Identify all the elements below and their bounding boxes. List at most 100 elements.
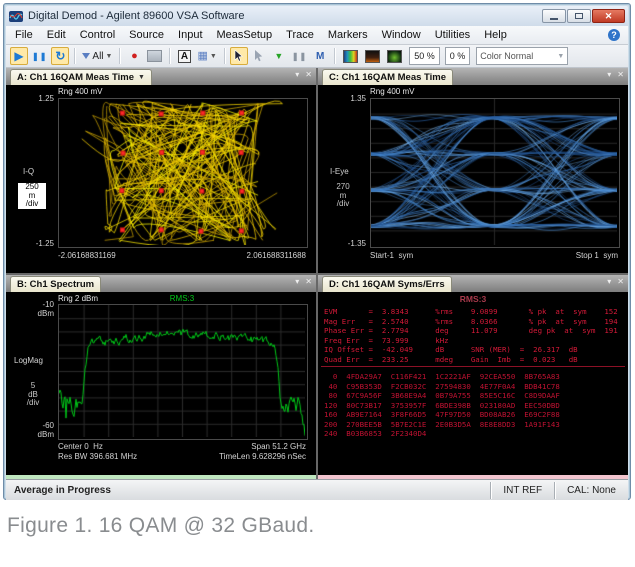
panel-c-close-icon[interactable]: ✕ (617, 70, 624, 80)
pause-icon: ❚❚ (32, 51, 47, 62)
spectrum-plot[interactable] (58, 304, 308, 440)
recording-playback-button[interactable] (145, 47, 164, 65)
toolbar-separator (334, 48, 335, 64)
restart-button[interactable]: ↻ (51, 47, 69, 65)
bars-icon: ❚❚ (292, 51, 307, 62)
menu-item[interactable]: Input (171, 27, 209, 43)
title-bar[interactable]: Digital Demod - Agilent 89600 VSA Softwa… (6, 6, 628, 26)
panel-a-close-icon[interactable]: ✕ (305, 70, 312, 80)
marker-peak-button[interactable]: ▼ (270, 47, 288, 65)
panel-d-title: D: Ch1 16QAM Syms/Errs (329, 279, 445, 290)
restore-icon (575, 13, 583, 19)
scale-per-div: /div (330, 200, 356, 209)
record-button[interactable]: ● (125, 47, 143, 65)
color-scheme-select[interactable]: Color Normal ▼ (476, 47, 568, 65)
status-bar: Average in Progress INT REF CAL: None (6, 479, 628, 500)
pause-button[interactable]: ❚❚ (30, 47, 49, 65)
panel-b-header: B: Ch1 Spectrum ▾ ✕ (6, 275, 316, 293)
cal-indicator: CAL: None (554, 482, 628, 499)
span-label: Span 51.2 GHz (251, 442, 306, 451)
menu-item[interactable]: Utilities (428, 27, 477, 43)
measurement-filter-button[interactable]: All ▼ (80, 47, 114, 65)
play-button[interactable]: ▶ (10, 47, 28, 65)
panel-c-tab[interactable]: C: Ch1 16QAM Meas Time (322, 69, 453, 85)
close-button[interactable]: ✕ (592, 9, 625, 23)
panel-b-menu-icon[interactable]: ▾ (295, 277, 299, 287)
menu-item[interactable]: Source (122, 27, 171, 43)
select-pointer-button[interactable] (230, 47, 248, 65)
marker-button[interactable]: M (311, 47, 329, 65)
play-icon: ▶ (14, 51, 23, 62)
symbol-row: 240 B03B6853 2F2340D4 (324, 429, 560, 439)
record-icon: ● (131, 51, 138, 62)
menu-item[interactable]: Trace (279, 27, 321, 43)
error-line: Freq Err = 73.999 kHz (324, 336, 618, 346)
panel-a-menu-icon[interactable]: ▾ (295, 70, 299, 80)
error-line: Quad Err = 233.25 mdeg Gain Imb = 0.023 … (324, 355, 618, 365)
menu-item[interactable]: Markers (321, 27, 375, 43)
y-scale-field[interactable]: 250 m /div (18, 183, 46, 209)
layout-button[interactable]: ▦▼ (195, 47, 218, 65)
eye-diagram-plot[interactable] (370, 98, 620, 248)
y-min-label: -1.35 (326, 239, 366, 248)
panel-a-title: A: Ch1 16QAM Meas Time (17, 72, 134, 83)
average-percent-field[interactable]: 50 % (409, 47, 440, 65)
menu-item[interactable]: Window (375, 27, 428, 43)
symbol-row: 120 80C73B17 3753957F 6BDE398B 023180AD … (324, 401, 560, 411)
center-freq-label: Center 0 Hz (58, 442, 103, 451)
filter-icon (82, 53, 90, 59)
peak-marker-icon: ▼ (274, 51, 283, 62)
minimize-button[interactable] (542, 9, 566, 23)
tab-dropdown-icon[interactable]: ▼ (138, 74, 145, 81)
y-max-unit: dBm (14, 309, 54, 318)
display-style-2-button[interactable] (362, 47, 382, 65)
figure-caption: Figure 1. 16 QAM @ 32 GBaud. (7, 514, 315, 538)
filter-label: All (92, 51, 103, 62)
overlap-percent-value: 0 % (450, 51, 466, 61)
y-axis-name: I-Q (23, 167, 34, 176)
error-line: Phase Err = 2.7794 deg 11.079 deg pk at … (324, 326, 618, 336)
panel-d: D: Ch1 16QAM Syms/Errs ▾ ✕ RMS:3 EVM = 3… (318, 275, 628, 479)
cursor-icon (234, 50, 243, 62)
scale-per-div: /div (19, 200, 45, 209)
panel-b-close-icon[interactable]: ✕ (305, 277, 312, 287)
range-label: Rng 400 mV (58, 87, 102, 96)
display-style-3-button[interactable] (384, 47, 404, 65)
panel-a-tab[interactable]: A: Ch1 16QAM Meas Time ▼ (10, 69, 152, 85)
help-icon[interactable]: ? (608, 29, 620, 41)
toolbar-separator (169, 48, 170, 64)
time-len-label: TimeLen 9.628296 nSec (219, 452, 306, 461)
menu-items: FileEditControlSourceInputMeasSetupTrace… (8, 26, 514, 44)
restore-button[interactable] (567, 9, 591, 23)
panel-a-content: Rng 400 mV 1.25 I-Q 250 m /div -1.25 -2.… (6, 85, 316, 273)
overlap-percent-field[interactable]: 0 % (445, 47, 471, 65)
autoscale-button[interactable]: A (175, 47, 193, 65)
panel-c-menu-icon[interactable]: ▾ (607, 70, 611, 80)
toolbar-separator (119, 48, 120, 64)
panel-d-header: D: Ch1 16QAM Syms/Errs ▾ ✕ (318, 275, 628, 293)
layout-grid-icon: ▦ (197, 51, 207, 62)
symbol-row: 160 AB9E7164 3F8F66D5 47F97D50 BD08AB26 … (324, 410, 560, 420)
y-min-label: -60 (14, 421, 54, 430)
x-min-label: -2.06168831169 (58, 251, 116, 260)
menu-item[interactable]: Control (73, 27, 122, 43)
secondary-pointer-button[interactable] (250, 47, 268, 65)
display-style-1-button[interactable] (340, 47, 360, 65)
panel-d-tab[interactable]: D: Ch1 16QAM Syms/Errs (322, 276, 452, 292)
panel-d-close-icon[interactable]: ✕ (617, 277, 624, 287)
menu-bar: FileEditControlSourceInputMeasSetupTrace… (6, 26, 628, 45)
window-title: Digital Demod - Agilent 89600 VSA Softwa… (28, 10, 244, 22)
menu-item[interactable]: Help (477, 27, 514, 43)
menu-item[interactable]: File (8, 27, 40, 43)
menu-item[interactable]: MeasSetup (210, 27, 280, 43)
marker-pause-button[interactable]: ❚❚ (290, 47, 309, 65)
panel-d-menu-icon[interactable]: ▾ (607, 277, 611, 287)
int-ref-indicator: INT REF (490, 482, 554, 499)
menu-item[interactable]: Edit (40, 27, 73, 43)
app-icon (9, 10, 23, 23)
scale-per-div: /div (20, 399, 46, 408)
constellation-plot[interactable] (58, 98, 308, 248)
averaging-label: RMS:3 (58, 294, 306, 303)
x-stop-label: Stop 1 sym (576, 251, 618, 260)
panel-b-tab[interactable]: B: Ch1 Spectrum (10, 276, 101, 292)
